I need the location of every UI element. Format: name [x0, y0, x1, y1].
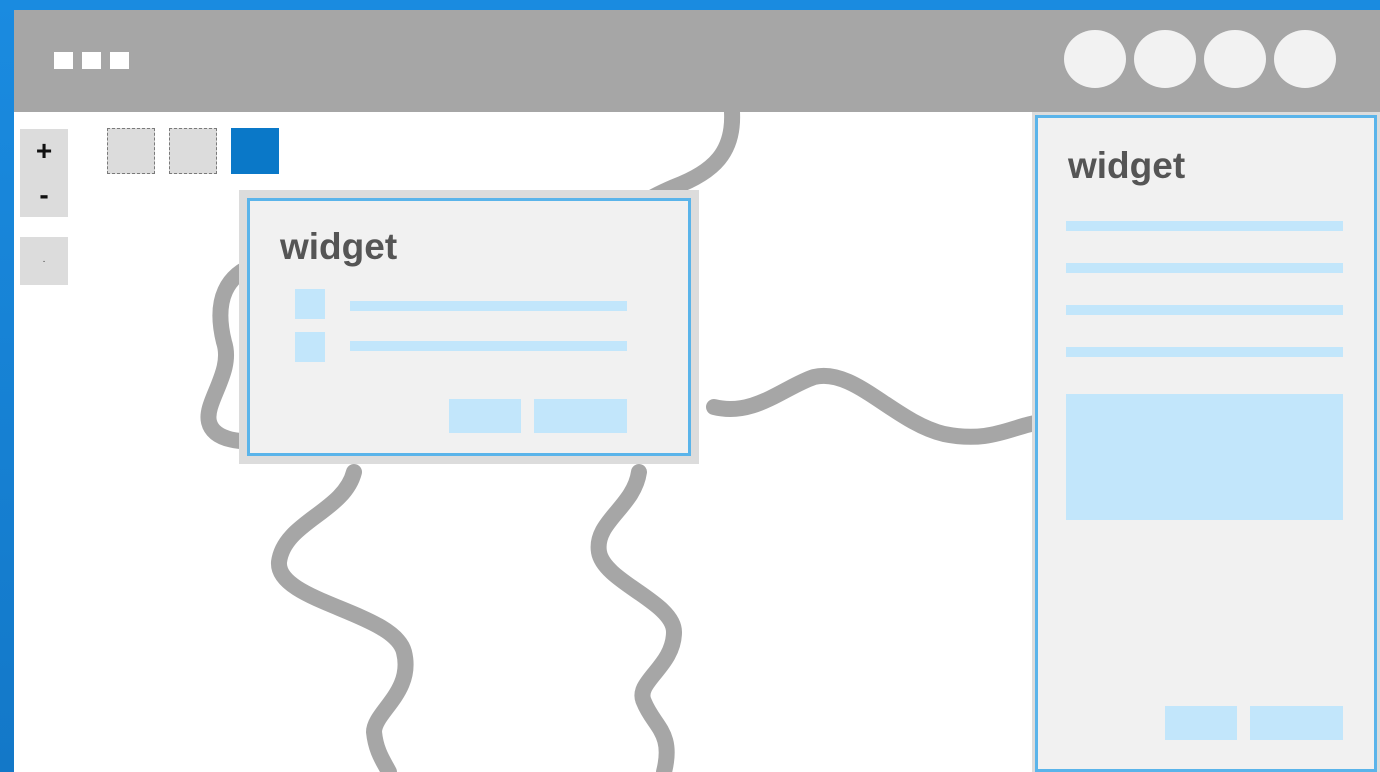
side-widget: widget	[1032, 112, 1380, 772]
basemap-switcher	[107, 128, 279, 174]
circle-action-2[interactable]	[1134, 30, 1196, 88]
content-block-placeholder	[1066, 394, 1343, 520]
menu-square	[54, 52, 73, 69]
text-line-placeholder	[1066, 347, 1343, 357]
menu-square	[110, 52, 129, 69]
zoom-control: + -	[20, 129, 68, 217]
zoom-in-button[interactable]: +	[20, 129, 68, 173]
menu-square	[82, 52, 101, 69]
river-line	[706, 367, 1052, 445]
floating-widget-title: widget	[280, 226, 398, 267]
home-button[interactable]: ·	[20, 237, 68, 285]
basemap-3[interactable]	[231, 128, 279, 174]
circle-action-1[interactable]	[1064, 30, 1126, 88]
basemap-2[interactable]	[169, 128, 217, 174]
circle-action-3[interactable]	[1204, 30, 1266, 88]
widget-button-1[interactable]	[449, 399, 521, 433]
side-widget-title: widget	[1068, 145, 1186, 186]
text-line-placeholder	[1066, 263, 1343, 273]
checkbox[interactable]	[295, 332, 325, 362]
text-line-placeholder	[1066, 305, 1343, 315]
app-header	[14, 10, 1380, 112]
widget-button-2[interactable]	[534, 399, 627, 433]
widget-button-2[interactable]	[1250, 706, 1343, 740]
menu-icon[interactable]	[54, 52, 129, 69]
floating-widget: widget	[239, 190, 699, 464]
header-actions	[1064, 30, 1336, 88]
zoom-out-button[interactable]: -	[20, 173, 68, 217]
circle-action-4[interactable]	[1274, 30, 1336, 88]
text-line-placeholder	[1066, 221, 1343, 231]
widget-button-1[interactable]	[1165, 706, 1237, 740]
side-widget-panel: widget	[1035, 115, 1377, 772]
checkbox[interactable]	[295, 289, 325, 319]
text-line-placeholder	[350, 341, 627, 351]
basemap-1[interactable]	[107, 128, 155, 174]
text-line-placeholder	[350, 301, 627, 311]
home-label: ·	[42, 255, 46, 267]
floating-widget-panel: widget	[247, 198, 691, 456]
river-line	[590, 464, 682, 772]
river-line	[271, 464, 414, 772]
